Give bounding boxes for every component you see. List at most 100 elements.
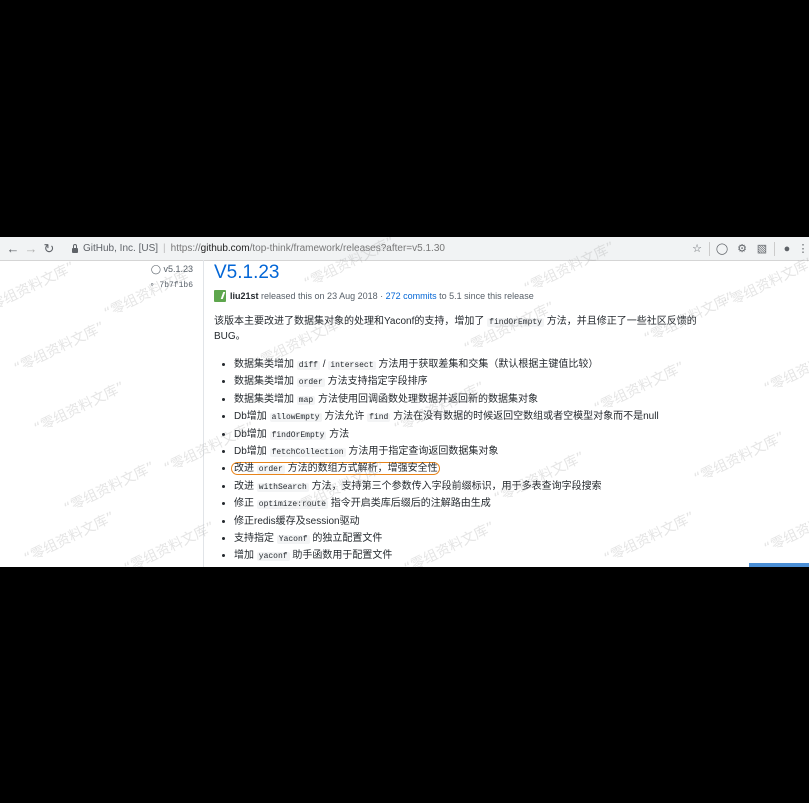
item-text: Db增加 [234, 411, 270, 423]
reload-button[interactable]: ↻ [40, 237, 58, 260]
item-content: Db增加 allowEmpty 方法允许 find 方法在没有数据的时候返回空数… [234, 411, 659, 423]
release-title[interactable]: V5.1.23 [214, 260, 804, 286]
changelog-item: 数据集类增加 diff / intersect 方法用于获取差集和交集（默认根据… [234, 356, 804, 373]
commit-icon: ∘ [149, 281, 155, 290]
forward-button[interactable]: → [22, 237, 40, 260]
url-path: /top-think/framework/releases?after=v5.1… [249, 243, 445, 254]
inline-code: optimize:route [256, 500, 328, 510]
release-commit[interactable]: ∘ 7b7f1b6 [150, 280, 193, 290]
item-content: 增加 yaconf 助手函数用于配置文件 [234, 550, 393, 562]
star-icon[interactable]: ☆ [687, 242, 707, 255]
highlighted-item: 改进 order 方法的数组方式解析，增强安全性 [231, 462, 440, 476]
inline-code: yaconf [256, 552, 290, 562]
item-text: 方法的数组方式解析，增强安全性 [284, 463, 438, 475]
item-text: Db增加 [234, 445, 270, 457]
changelog-item: 数据集类增加 order 方法支持指定字段排序 [234, 373, 804, 390]
item-text: 方法用于获取差集和交集（默认根据主键值比较） [375, 359, 599, 370]
changelog-item: 改进 order 方法的数组方式解析，增强安全性 [231, 460, 804, 477]
item-content: Db增加 findOrEmpty 方法 [234, 429, 349, 440]
toolbar-divider [709, 241, 710, 256]
item-text: 方法，支持第三个参数传入字段前缀标识，用于多表查询字段搜索 [308, 480, 602, 492]
item-text: 改进 [234, 463, 257, 475]
changelog-item: 修正redis缓存及session驱动 [234, 513, 804, 530]
inline-code: findOrEmpty [269, 430, 327, 440]
item-content: Db增加 fetchCollection 方法用于指定查询返回数据集对象 [234, 446, 498, 457]
release-sidebar: ◯ v5.1.23 ∘ 7b7f1b6 [0, 260, 203, 567]
item-text: 支持指定 [234, 532, 277, 544]
item-text: 方法支持指定字段排序 [324, 376, 428, 388]
back-button[interactable]: ← [4, 237, 22, 260]
item-content: 支持指定 Yaconf 的独立配置文件 [234, 533, 382, 544]
item-content: 改进 withSearch 方法，支持第三个参数传入字段前缀标识，用于多表查询字… [234, 481, 602, 492]
released-text: released this on 23 Aug 2018 · [258, 291, 386, 301]
item-content: 数据集类增加 diff / intersect 方法用于获取差集和交集（默认根据… [234, 359, 598, 370]
commit-hash: 7b7f1b6 [159, 281, 193, 290]
changelog-item: Db增加 findOrEmpty 方法 [234, 426, 804, 443]
changelog-list: 数据集类增加 diff / intersect 方法用于获取差集和交集（默认根据… [214, 356, 804, 565]
tag-icon: ◯ [150, 264, 161, 274]
item-text: 数据集类增加 [234, 359, 297, 370]
commits-suffix: to 5.1 since this release [436, 291, 534, 301]
address-bar[interactable]: https://github.com/top-think/framework/r… [171, 243, 445, 254]
changelog-item: 增加 yaconf 助手函数用于配置文件 [234, 547, 804, 564]
inline-code: withSearch [256, 482, 309, 492]
item-text: 指令开启类库后缀后的注解路由生成 [328, 498, 491, 510]
changelog-item: 改进 withSearch 方法，支持第三个参数传入字段前缀标识，用于多表查询字… [234, 478, 804, 495]
changelog-item: Db增加 allowEmpty 方法允许 find 方法在没有数据的时候返回空数… [234, 408, 804, 425]
lock-icon [72, 244, 78, 253]
release-body: V5.1.23 liu21st released this on 23 Aug … [214, 260, 804, 565]
inline-code: Yaconf [276, 534, 310, 544]
screenshot: ← → ↻ GitHub, Inc. [US] | https://github… [0, 237, 809, 567]
toolbar-divider [774, 241, 775, 256]
inline-code: diff [296, 361, 320, 370]
menu-icon[interactable]: ⋮ [797, 242, 809, 255]
site-identity[interactable]: GitHub, Inc. [US] [83, 243, 158, 254]
inline-code: order [256, 465, 285, 475]
item-text: 助手函数用于配置文件 [289, 550, 393, 562]
changelog-item: 支持指定 Yaconf 的独立配置文件 [234, 530, 804, 547]
item-content: 修正redis缓存及session驱动 [234, 516, 360, 527]
account-icon[interactable]: ● [777, 243, 797, 255]
sidebar-divider [203, 260, 204, 567]
item-text: 的独立配置文件 [309, 532, 383, 544]
inline-code: map [296, 395, 316, 405]
download-extension-icon[interactable]: ▧ [752, 242, 772, 255]
release-description: 该版本主要改进了数据集对象的处理和Yaconf的支持，增加了 findOrEmp… [214, 315, 704, 344]
url-host: github.com [200, 243, 250, 254]
changelog-item: Db增加 fetchCollection 方法用于指定查询返回数据集对象 [234, 443, 804, 460]
tag-label: v5.1.23 [163, 264, 193, 274]
changelog-item: 数据集类增加 map 方法使用回调函数处理数据并返回新的数据集对象 [234, 391, 804, 408]
desc-code: findOrEmpty [487, 318, 544, 327]
item-text: 增加 [234, 550, 257, 562]
corner-widget[interactable] [749, 563, 809, 567]
item-text: 方法使用回调函数处理数据并返回新的数据集对象 [315, 393, 538, 405]
inline-code: order [296, 378, 325, 388]
author-link[interactable]: liu21st [230, 291, 259, 301]
changelog-item: 修正 optimize:route 指令开启类库后缀后的注解路由生成 [234, 495, 804, 512]
item-content: 数据集类增加 order 方法支持指定字段排序 [234, 376, 428, 388]
desc-text: 该版本主要改进了数据集对象的处理和Yaconf的支持，增加了 [214, 316, 488, 327]
gear-extension-icon[interactable]: ⚙ [732, 242, 752, 255]
commits-link[interactable]: 272 commits [386, 291, 437, 301]
release-tag[interactable]: ◯ v5.1.23 [151, 264, 193, 275]
item-text: 修正 [234, 498, 257, 510]
url-separator: | [163, 243, 166, 254]
inline-code: find [367, 413, 391, 423]
item-content: 修正 optimize:route 指令开启类库后缀后的注解路由生成 [234, 498, 491, 510]
item-text: 方法 [326, 428, 350, 440]
item-text: 方法在没有数据的时候返回空数组或者空模型对象而不是null [390, 411, 659, 423]
release-meta: liu21st released this on 23 Aug 2018 · 2… [214, 290, 804, 302]
inline-code: allowEmpty [269, 413, 322, 423]
item-content: 数据集类增加 map 方法使用回调函数处理数据并返回新的数据集对象 [234, 394, 538, 405]
inline-code: intersect [328, 361, 376, 370]
browser-toolbar: ← → ↻ GitHub, Inc. [US] | https://github… [0, 237, 809, 261]
avatar[interactable] [214, 290, 226, 302]
item-text: 数据集类增加 [234, 393, 297, 405]
item-text: 改进 [234, 480, 257, 492]
inline-code: fetchCollection [269, 447, 346, 457]
toolbar-right: ☆ ◯ ⚙ ▧ ● ⋮ [687, 237, 809, 260]
item-text: 数据集类增加 [234, 376, 297, 388]
circle-extension-icon[interactable]: ◯ [712, 242, 732, 255]
url-scheme: https:// [170, 243, 201, 254]
item-text: 方法允许 [321, 411, 368, 423]
